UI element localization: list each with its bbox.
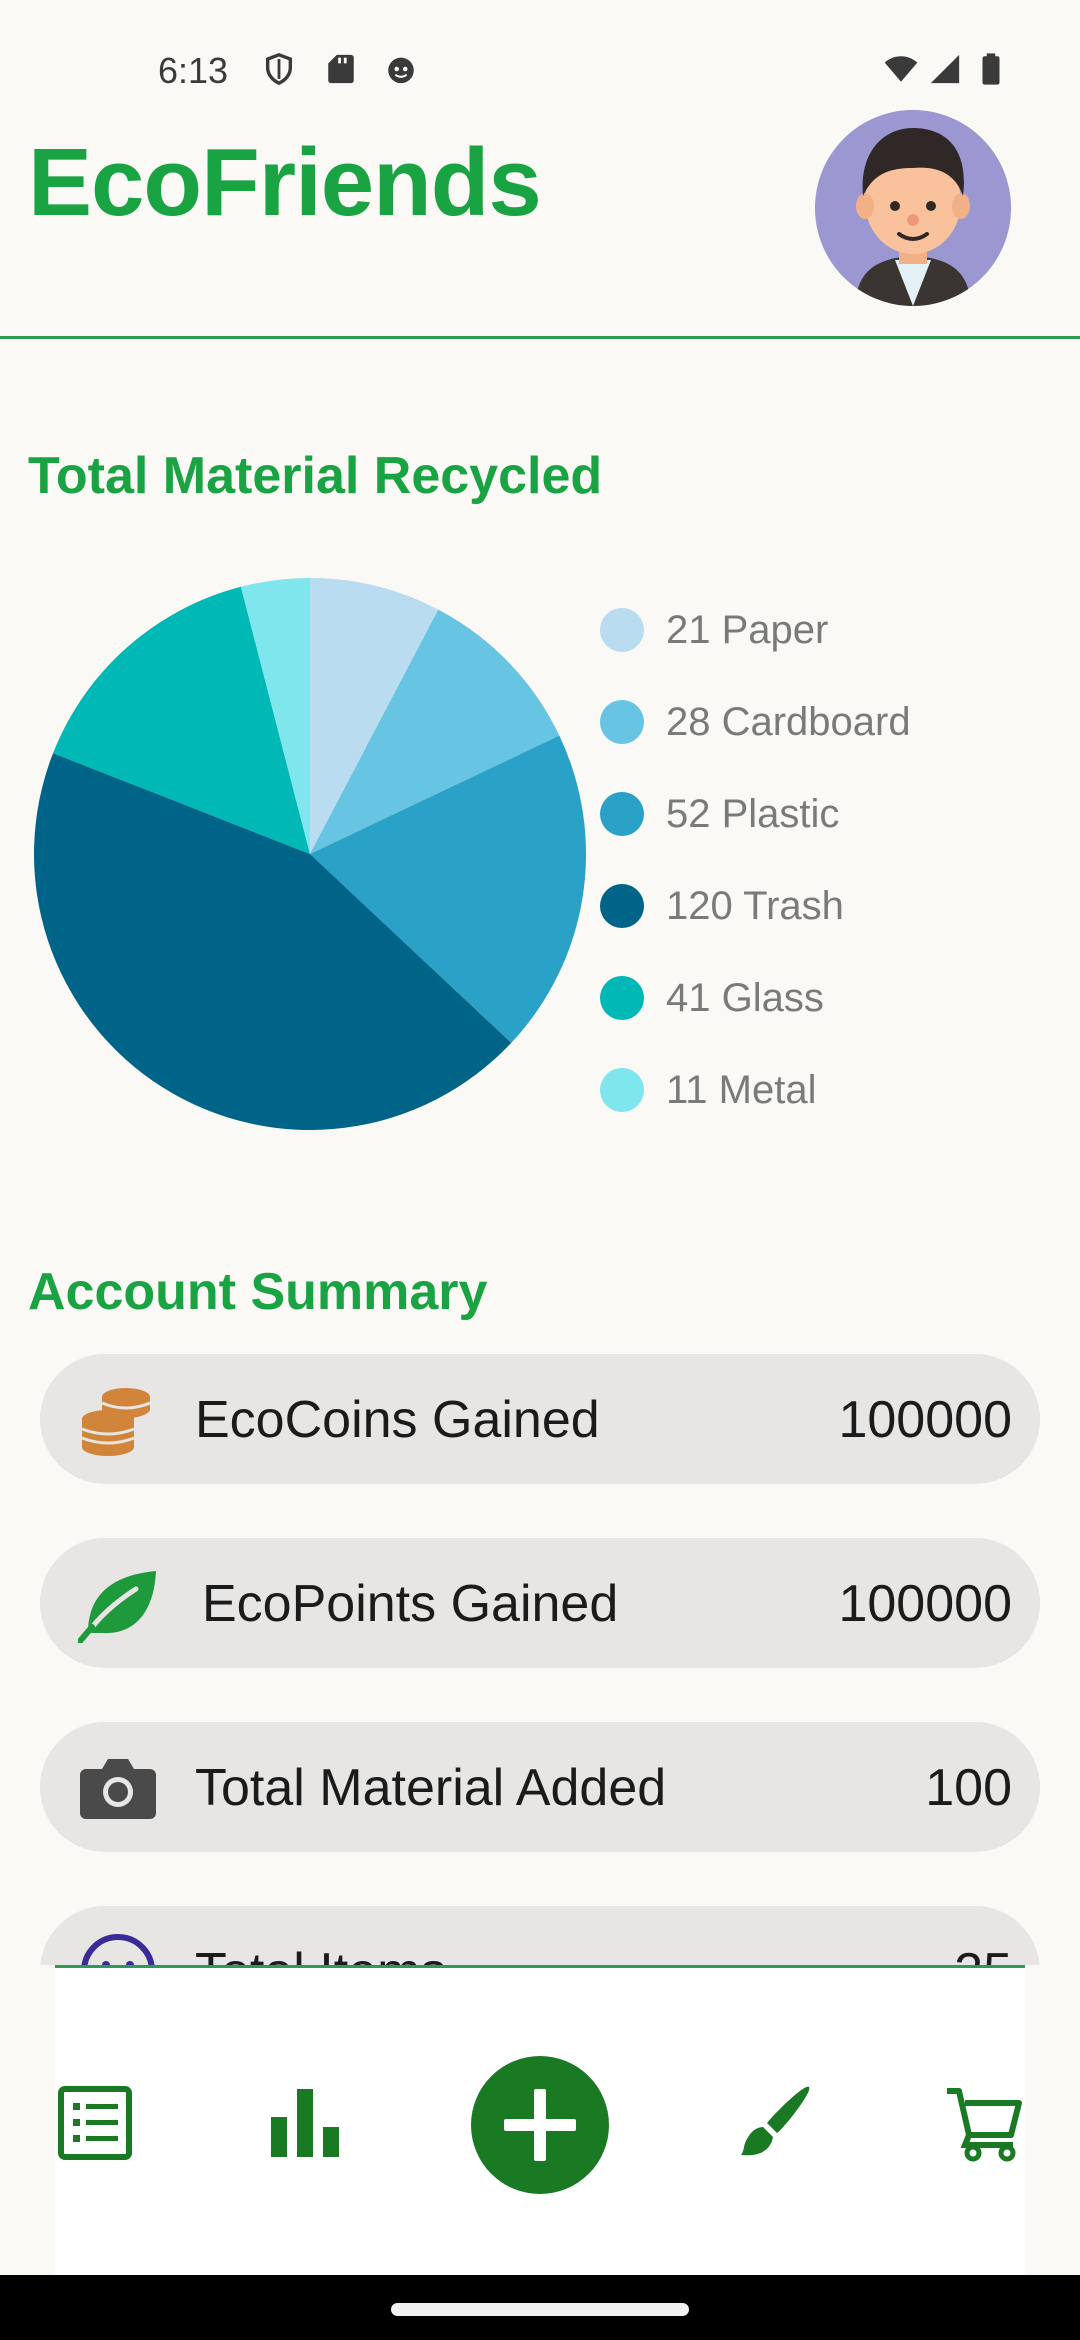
signal-icon <box>930 54 960 84</box>
legend-label: 28 Cardboard <box>666 699 911 744</box>
legend-swatch <box>600 700 644 744</box>
shield-icon <box>265 53 293 86</box>
summary-card-label: Total Material Added <box>195 1759 667 1817</box>
header-divider <box>0 336 1080 339</box>
summary-card-ecopoints[interactable]: EcoPoints Gained 100000 <box>40 1538 1040 1668</box>
chart-section-title: Total Material Recycled <box>28 447 603 505</box>
legend-label: 21 Paper <box>666 607 829 652</box>
avatar[interactable] <box>815 110 1011 306</box>
add-icon <box>504 2089 576 2161</box>
legend-swatch <box>600 608 644 652</box>
legend-swatch <box>600 1068 644 1112</box>
brush-icon[interactable] <box>735 2083 815 2163</box>
summary-section-title: Account Summary <box>28 1263 488 1321</box>
summary-card-value: 100000 <box>838 1575 1012 1633</box>
cart-icon[interactable] <box>945 2083 1025 2163</box>
summary-card-value: 100 <box>925 1759 1012 1817</box>
legend-swatch <box>600 792 644 836</box>
sd-card-icon <box>328 54 354 84</box>
legend-item: 120 Trash <box>600 876 844 936</box>
wifi-icon <box>884 56 918 82</box>
summary-card-value: 100000 <box>838 1391 1012 1449</box>
summary-card-total-items[interactable]: Total Items 25 <box>40 1906 1040 1965</box>
legend-label: 41 Glass <box>666 975 824 1020</box>
smiley-icon <box>81 1934 155 1965</box>
add-button[interactable] <box>471 2056 609 2194</box>
legend-item: 52 Plastic <box>600 784 839 844</box>
camera-icon <box>80 1759 156 1819</box>
status-time: 6:13 <box>158 50 229 91</box>
summary-card-label: Total Items <box>195 1942 446 1965</box>
summary-card-label: EcoCoins Gained <box>195 1391 600 1449</box>
home-gesture-handle[interactable] <box>391 2303 689 2316</box>
legend-item: 21 Paper <box>600 600 828 660</box>
android-face-icon <box>388 57 414 84</box>
bar-chart-icon[interactable] <box>265 2083 345 2163</box>
pie-chart <box>34 578 586 1130</box>
legend-label: 120 Trash <box>666 883 844 928</box>
bottom-navigation <box>55 1965 1025 2275</box>
app-title: EcoFriends <box>28 129 542 236</box>
summary-card-value: 25 <box>954 1942 1012 1965</box>
legend-label: 11 Metal <box>666 1067 817 1112</box>
leaf-icon <box>78 1571 156 1643</box>
battery-icon <box>982 53 1000 85</box>
legend-swatch <box>600 976 644 1020</box>
avatar-illustration <box>815 110 1011 306</box>
legend-item: 28 Cardboard <box>600 692 911 752</box>
list-icon[interactable] <box>55 2083 135 2163</box>
legend-item: 41 Glass <box>600 968 824 1028</box>
legend-swatch <box>600 884 644 928</box>
legend-label: 52 Plastic <box>666 791 840 836</box>
legend-item: 11 Metal <box>600 1060 816 1120</box>
coins-icon <box>81 1388 151 1456</box>
summary-card-material-added[interactable]: Total Material Added 100 <box>40 1722 1040 1852</box>
summary-card-label: EcoPoints Gained <box>202 1575 619 1633</box>
summary-list[interactable]: EcoCoins Gained 100000 EcoPoints Gained … <box>0 1340 1080 1965</box>
summary-card-ecocoins[interactable]: EcoCoins Gained 100000 <box>40 1354 1040 1484</box>
